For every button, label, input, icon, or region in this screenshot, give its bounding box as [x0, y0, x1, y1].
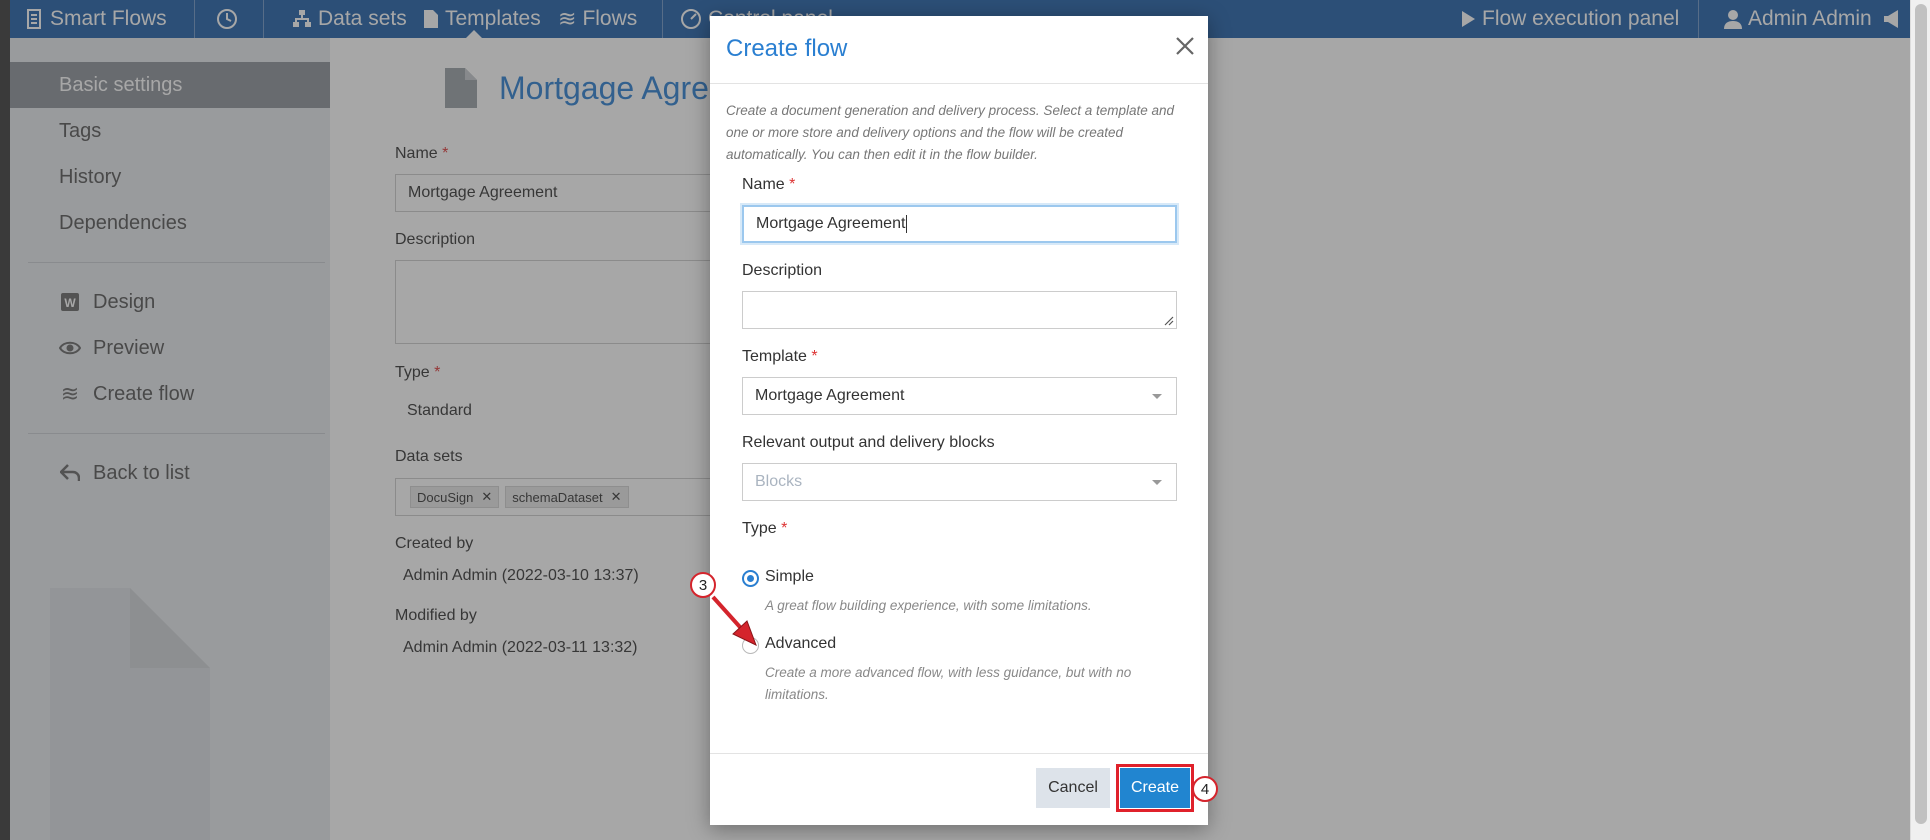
annotation-arrow-icon [711, 595, 757, 646]
step-4-badge: 4 [1192, 776, 1218, 802]
